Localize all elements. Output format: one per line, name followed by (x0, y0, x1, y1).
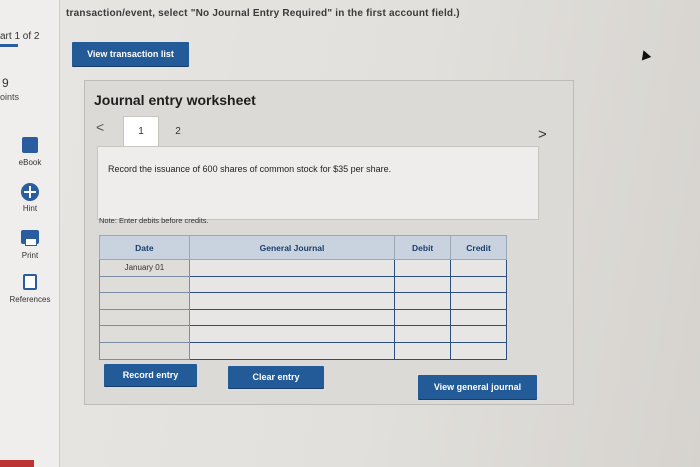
credit-input[interactable] (450, 341, 507, 360)
next-arrow-icon[interactable]: > (538, 126, 547, 143)
debit-input[interactable] (394, 259, 452, 277)
instruction-box (97, 146, 539, 220)
debit-header: Debit (394, 235, 452, 260)
taskbar-fragment (0, 460, 34, 467)
view-transaction-list-button[interactable]: View transaction list (72, 42, 189, 66)
account-input[interactable] (188, 292, 396, 310)
date-cell[interactable] (99, 275, 190, 294)
credit-input[interactable] (450, 259, 507, 277)
account-input[interactable] (188, 275, 396, 294)
clear-entry-button[interactable]: Clear entry (228, 366, 324, 388)
table-row: January 01 (99, 259, 507, 277)
points-label: oints (0, 92, 20, 102)
account-input[interactable] (188, 259, 396, 277)
date-header: Date (99, 235, 190, 260)
ebook-label: eBook (18, 158, 42, 167)
table-row (99, 292, 507, 310)
tab-2[interactable]: 2 (163, 116, 193, 146)
general-journal-header: General Journal (188, 235, 396, 260)
instructions-header: transaction/event, select "No Journal En… (66, 8, 460, 19)
table-row (99, 275, 507, 294)
account-input[interactable] (188, 341, 396, 360)
left-rail: art 1 of 2 9 oints eBook Hint Print Refe… (0, 0, 60, 467)
date-cell[interactable] (99, 325, 190, 343)
account-input[interactable] (188, 308, 396, 327)
prev-arrow-icon[interactable]: < (96, 119, 104, 135)
part-indicator: art 1 of 2 (0, 31, 40, 42)
references-label: References (9, 295, 51, 304)
credit-input[interactable] (450, 275, 507, 294)
journal-header-row: Date General Journal Debit Credit (99, 235, 507, 260)
debit-input[interactable] (394, 341, 452, 360)
credit-input[interactable] (450, 292, 507, 310)
credit-header: Credit (450, 235, 507, 260)
debit-credit-note: Note: Enter debits before credits. (99, 216, 209, 225)
credit-input[interactable] (450, 325, 507, 343)
record-entry-button[interactable]: Record entry (104, 364, 197, 386)
screen: art 1 of 2 9 oints eBook Hint Print Refe… (0, 0, 700, 467)
debit-input[interactable] (394, 308, 452, 327)
print-tool[interactable]: Print (0, 228, 60, 260)
date-cell[interactable] (99, 292, 190, 310)
table-row (99, 308, 507, 327)
points-value: 9 (2, 76, 9, 90)
table-row (99, 325, 507, 343)
date-cell[interactable] (99, 308, 190, 327)
credit-input[interactable] (450, 308, 507, 327)
account-input[interactable] (188, 325, 396, 343)
print-icon (21, 230, 39, 246)
view-general-journal-button[interactable]: View general journal (418, 375, 537, 399)
hint-icon (21, 183, 39, 201)
transaction-instruction: Record the issuance of 600 shares of com… (108, 164, 392, 174)
references-tool[interactable]: References (0, 274, 60, 304)
tab-1[interactable]: 1 (123, 116, 159, 146)
book-icon (22, 137, 38, 153)
print-label: Print (21, 251, 39, 260)
table-row (99, 341, 507, 360)
ebook-tool[interactable]: eBook (0, 137, 60, 167)
debit-input[interactable] (394, 275, 452, 294)
references-icon (23, 274, 37, 290)
debit-input[interactable] (394, 325, 452, 343)
date-cell[interactable]: January 01 (99, 259, 190, 277)
part-progress-bar (0, 44, 18, 47)
worksheet-title: Journal entry worksheet (94, 92, 256, 108)
mouse-cursor-icon (638, 48, 652, 61)
hint-label: Hint (22, 204, 38, 213)
debit-input[interactable] (394, 292, 452, 310)
date-cell[interactable] (99, 341, 190, 360)
hint-tool[interactable]: Hint (0, 183, 60, 213)
journal-table: Date General Journal Debit Credit Januar… (99, 235, 507, 360)
